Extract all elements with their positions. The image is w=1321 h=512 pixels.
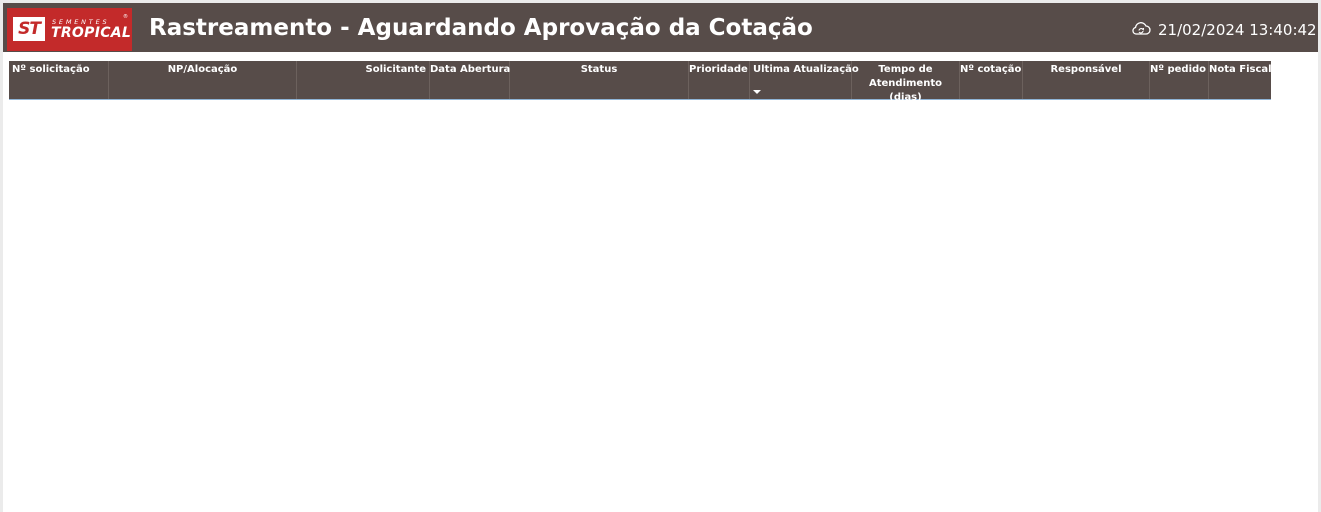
column-header-np-alocacao[interactable]: NP/Alocação — [109, 61, 297, 99]
column-header-data-abertura[interactable]: Data Abertura — [430, 61, 510, 99]
cloud-refresh-icon[interactable] — [1131, 20, 1151, 38]
column-header-tempo-atendimento[interactable]: Tempo de Atendimento (dias) — [852, 61, 960, 103]
report-canvas: ST SEMENTES TROPICAL ® Rastreamento - Ag… — [3, 3, 1318, 512]
report-header: ST SEMENTES TROPICAL ® Rastreamento - Ag… — [3, 3, 1318, 52]
sementes-tropical-logo: ST SEMENTES TROPICAL ® — [7, 8, 132, 51]
column-header-solicitacao[interactable]: Nº solicitação — [9, 61, 109, 99]
logo-registered-mark: ® — [123, 14, 128, 20]
sort-descending-icon — [753, 90, 761, 94]
last-refresh-datetime: 21/02/2024 13:40:42 — [1158, 21, 1317, 39]
column-header-ultima-atualizacao[interactable]: Ultima Atualização — [750, 61, 859, 99]
column-header-prioridade[interactable]: Prioridade — [689, 61, 750, 99]
column-header-pedido[interactable]: Nº pedido — [1150, 61, 1209, 99]
logo-line-tropical: TROPICAL — [51, 25, 132, 41]
column-header-ultima-atualizacao-label: Ultima Atualização — [753, 64, 859, 75]
column-header-status[interactable]: Status — [510, 61, 689, 99]
column-header-nota-fiscal[interactable]: Nota Fiscal — [1209, 61, 1272, 99]
column-header-cotacao[interactable]: Nº cotação — [960, 61, 1023, 99]
column-header-responsavel[interactable]: Responsável — [1023, 61, 1150, 99]
table-header-row: Nº solicitação NP/Alocação Solicitante D… — [9, 61, 1272, 103]
column-header-solicitante[interactable]: Solicitante — [297, 61, 430, 99]
logo-mark: ST — [13, 17, 45, 41]
page-title: Rastreamento - Aguardando Aprovação da C… — [149, 15, 813, 41]
